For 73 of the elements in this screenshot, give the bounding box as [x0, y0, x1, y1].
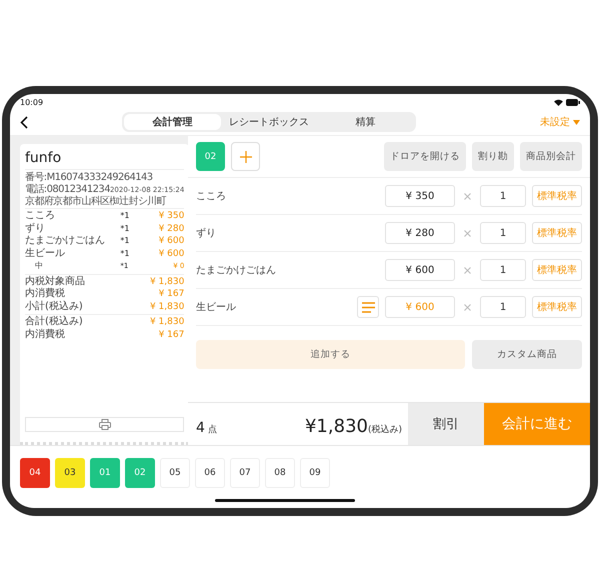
menu-icon	[362, 302, 374, 312]
count-unit: 点	[208, 424, 217, 436]
receipt-item-qty: *1	[120, 222, 130, 234]
plus-icon	[240, 150, 252, 162]
multiply-icon	[464, 230, 471, 236]
tab[interactable]: レシートボックス	[220, 114, 318, 130]
quantity-field[interactable]: 1	[480, 185, 526, 207]
receipt-summary-label: 内消費税	[25, 328, 66, 341]
multiply-icon	[464, 192, 471, 200]
options-button[interactable]	[357, 296, 379, 318]
receipt-item-name: たまごかけごはん	[25, 235, 106, 248]
add-order-button[interactable]	[231, 142, 260, 171]
table-ticket[interactable]: 04	[20, 458, 50, 488]
item-count: 4	[196, 420, 205, 436]
add-item-button[interactable]: 追加する	[196, 340, 465, 369]
quantity-field[interactable]: 1	[480, 222, 526, 244]
receipt-item-price: ¥ 600	[158, 248, 184, 260]
receipt-item-qty: *1	[120, 210, 130, 222]
receipt-item-price: ¥ 600	[158, 235, 184, 248]
receipt-item-name: ずり	[25, 222, 46, 235]
receipt-phone: 電話:08012341234	[25, 184, 110, 196]
multiply-icon	[464, 304, 471, 310]
table-ticket[interactable]: 03	[55, 458, 85, 488]
tax-note: (税込み)	[368, 424, 402, 436]
receipt-summary-label: 小計(税込み)	[25, 300, 84, 313]
total-amount: ¥1,830	[304, 416, 368, 437]
table-ticket[interactable]: 08	[265, 458, 295, 488]
receipt-item-name: 中	[34, 260, 44, 272]
print-button[interactable]	[25, 417, 184, 432]
item-name: こころ	[196, 190, 227, 203]
receipt-item-name: 生ビール	[25, 248, 66, 260]
receipt-summary-value: ¥ 167	[158, 288, 184, 300]
battery-icon	[566, 99, 580, 106]
price-field[interactable]: ¥ 600	[385, 259, 455, 281]
receipt-item-qty: *1	[120, 248, 130, 260]
receipt-summary-label: 合計(税込み)	[25, 316, 84, 328]
status-time: 10:09	[20, 98, 44, 107]
tab[interactable]: 精算	[317, 114, 414, 130]
wifi-icon	[554, 99, 563, 106]
receipt-summary-value: ¥ 1,830	[148, 316, 184, 328]
tab[interactable]: 会計管理	[124, 114, 221, 130]
receipt-address: 京都府京都市山科区椥辻封シ川町	[25, 196, 168, 208]
receipt-summary-label: 内税対象商品	[25, 276, 86, 288]
receipt-summary-value: ¥ 167	[158, 328, 184, 341]
receipt-number: 番号:M16074333249264143	[25, 172, 154, 184]
receipt-item-name: こころ	[25, 210, 56, 222]
receipt-summary-label: 内消費税	[25, 288, 66, 300]
multiply-icon	[464, 266, 471, 274]
table-ticket[interactable]: 06	[195, 458, 225, 488]
item-name: ずり	[196, 226, 217, 240]
item-name: たまごかけごはん	[196, 264, 277, 277]
action-button[interactable]: 商品別会計	[520, 142, 582, 171]
quantity-field[interactable]: 1	[480, 296, 526, 318]
item-name: 生ビール	[196, 300, 237, 314]
receipt-item-qty: *1	[120, 235, 130, 247]
caret-icon	[573, 120, 580, 124]
receipt-item-price: ¥ 350	[158, 210, 184, 222]
back-icon[interactable]	[20, 116, 28, 128]
receipt-summary-value: ¥ 1,830	[148, 276, 184, 288]
quantity-field[interactable]: 1	[480, 259, 526, 281]
shop-name: funfo	[25, 150, 184, 170]
custom-item-button[interactable]: カスタム商品	[472, 340, 582, 369]
receipt-summary-value: ¥ 1,830	[148, 300, 184, 313]
action-button[interactable]: ドロアを開ける	[384, 142, 466, 171]
action-button[interactable]: 割り勘	[472, 142, 514, 171]
table-ticket[interactable]: 05	[160, 458, 190, 488]
table-ticket[interactable]: 07	[230, 458, 260, 488]
discount-button[interactable]: 割引	[408, 403, 484, 445]
table-ticket[interactable]: 09	[300, 458, 330, 488]
receipt-item-price: ¥ 280	[158, 222, 184, 235]
printer-icon	[98, 419, 111, 430]
price-field[interactable]: ¥ 350	[385, 185, 455, 207]
price-field[interactable]: ¥ 280	[385, 222, 455, 244]
